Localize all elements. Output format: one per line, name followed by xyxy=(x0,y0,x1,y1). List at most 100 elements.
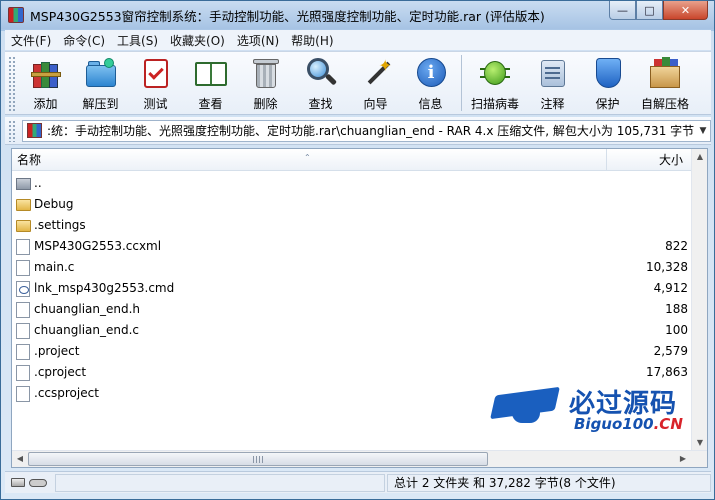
file-icon xyxy=(16,365,30,381)
delete-label: 删除 xyxy=(253,97,278,111)
file-name: lnk_msp430g2553.cmd xyxy=(34,281,175,295)
watermark-logo: 必过源码 Biguo100.CN xyxy=(490,383,694,443)
window-title: MSP430G2553窗帘控制系统：手动控制功能、光照强度控制功能、定时功能.r… xyxy=(30,8,545,24)
file-row[interactable]: .cproject 17,863 xyxy=(12,362,692,383)
view-label: 查看 xyxy=(198,97,223,111)
file-name: .project xyxy=(34,344,80,358)
file-size: 100 xyxy=(665,323,688,337)
title-bar[interactable]: MSP430G2553窗帘控制系统：手动控制功能、光照强度控制功能、定时功能.r… xyxy=(1,1,714,29)
address-field[interactable]: :统：手动控制功能、光照强度控制功能、定时功能.rar\chuanglian_e… xyxy=(21,119,711,142)
virus-scan-icon xyxy=(478,56,512,90)
status-bar: 总计 2 文件夹 和 37,282 字节(8 个文件) xyxy=(5,471,711,493)
info-button[interactable]: i 信息 xyxy=(403,52,458,112)
virus-scan-button[interactable]: 扫描病毒 xyxy=(465,52,525,112)
scroll-down-arrow-icon[interactable]: ▼ xyxy=(692,435,707,451)
drive-icon[interactable] xyxy=(11,478,25,487)
menu-favorites[interactable]: 收藏夹(O) xyxy=(164,32,231,49)
file-row[interactable]: chuanglian_end.c 100 xyxy=(12,320,692,341)
file-row[interactable]: .settings xyxy=(12,215,692,236)
status-icons xyxy=(5,474,51,492)
toolbar-grip[interactable] xyxy=(8,56,16,112)
find-button[interactable]: 查找 xyxy=(293,52,348,112)
menu-file[interactable]: 文件(F) xyxy=(5,32,57,49)
scroll-up-arrow-icon[interactable]: ▲ xyxy=(692,149,707,165)
shield-icon xyxy=(591,56,625,90)
file-row[interactable]: Debug xyxy=(12,194,692,215)
wizard-label: 向导 xyxy=(363,97,388,111)
address-bar: :统：手动控制功能、光照强度控制功能、定时功能.rar\chuanglian_e… xyxy=(5,117,711,145)
file-row[interactable]: .. xyxy=(12,173,692,194)
extract-to-button[interactable]: 解压到 xyxy=(73,52,128,112)
info-icon: i xyxy=(414,56,448,90)
minimize-button[interactable]: — xyxy=(609,1,636,20)
test-label: 测试 xyxy=(143,97,168,111)
folder-icon xyxy=(16,199,31,211)
toolbar-separator xyxy=(461,55,462,111)
virus-scan-label: 扫描病毒 xyxy=(470,97,519,111)
sort-arrow-icon: ⌃ xyxy=(304,153,311,162)
file-size: 822 xyxy=(665,239,688,253)
winrar-window: MSP430G2553窗帘控制系统：手动控制功能、光照强度控制功能、定时功能.r… xyxy=(0,0,715,500)
window-controls: — □ ✕ xyxy=(609,1,708,20)
scroll-thumb[interactable] xyxy=(28,452,488,466)
protect-label: 保护 xyxy=(595,97,620,111)
file-row[interactable]: chuanglian_end.h 188 xyxy=(12,299,692,320)
column-name-label: 名称 xyxy=(17,153,42,167)
archive-add-icon xyxy=(29,56,63,90)
horizontal-scrollbar[interactable]: ◀ ▶ xyxy=(12,450,707,467)
protect-button[interactable]: 保护 xyxy=(580,52,635,112)
scroll-right-arrow-icon[interactable]: ▶ xyxy=(675,451,691,467)
add-button[interactable]: 添加 xyxy=(18,52,73,112)
menu-help[interactable]: 帮助(H) xyxy=(285,32,339,49)
file-size: 17,863 xyxy=(646,365,688,379)
column-header-name[interactable]: 名称 ⌃ xyxy=(12,149,607,171)
graduation-cap-icon xyxy=(490,386,560,425)
maximize-button[interactable]: □ xyxy=(636,1,663,20)
file-name: .. xyxy=(34,176,42,190)
find-label: 查找 xyxy=(308,97,333,111)
cmd-file-icon xyxy=(16,281,30,297)
column-header-size[interactable]: 大小 xyxy=(607,149,692,171)
extract-folder-icon xyxy=(84,56,118,90)
scroll-left-arrow-icon[interactable]: ◀ xyxy=(12,451,28,467)
file-icon xyxy=(16,323,30,339)
info-label: 信息 xyxy=(418,97,443,111)
key-icon[interactable] xyxy=(29,478,47,487)
winrar-app-icon xyxy=(8,7,24,23)
file-size: 10,328 xyxy=(646,260,688,274)
sfx-label: 自解压格 xyxy=(640,97,689,111)
sfx-box-icon xyxy=(648,56,682,90)
address-grip[interactable] xyxy=(8,119,16,142)
file-size: 188 xyxy=(665,302,688,316)
file-row[interactable]: MSP430G2553.ccxml 822 xyxy=(12,236,692,257)
file-row[interactable]: main.c 10,328 xyxy=(12,257,692,278)
status-selection xyxy=(55,473,385,492)
wizard-button[interactable]: ✦ 向导 xyxy=(348,52,403,112)
file-name: .settings xyxy=(34,218,86,232)
file-size: 4,912 xyxy=(653,281,688,295)
close-button[interactable]: ✕ xyxy=(663,1,708,20)
chevron-down-icon[interactable]: ▼ xyxy=(696,126,710,136)
file-icon xyxy=(16,386,30,402)
menu-options[interactable]: 选项(N) xyxy=(231,32,285,49)
delete-button[interactable]: 删除 xyxy=(238,52,293,112)
file-row[interactable]: .project 2,579 xyxy=(12,341,692,362)
view-button[interactable]: 查看 xyxy=(183,52,238,112)
trash-icon xyxy=(249,56,283,90)
view-book-icon xyxy=(194,56,228,90)
file-icon xyxy=(16,302,30,318)
file-icon xyxy=(16,260,30,276)
test-button[interactable]: 测试 xyxy=(128,52,183,112)
file-name: Debug xyxy=(34,197,74,211)
menu-bar: 文件(F) 命令(C) 工具(S) 收藏夹(O) 选项(N) 帮助(H) xyxy=(5,30,711,50)
file-row[interactable]: lnk_msp430g2553.cmd 4,912 xyxy=(12,278,692,299)
comment-label: 注释 xyxy=(540,97,565,111)
comment-button[interactable]: 注释 xyxy=(525,52,580,112)
menu-tools[interactable]: 工具(S) xyxy=(111,32,164,49)
menu-commands[interactable]: 命令(C) xyxy=(57,32,111,49)
file-rows: .. Debug .settings MSP430G2553.ccxml 822 … xyxy=(12,173,692,404)
sfx-button[interactable]: 自解压格 xyxy=(635,52,695,112)
wizard-wand-icon: ✦ xyxy=(359,56,393,90)
folder-icon xyxy=(16,220,31,232)
add-label: 添加 xyxy=(33,97,58,111)
